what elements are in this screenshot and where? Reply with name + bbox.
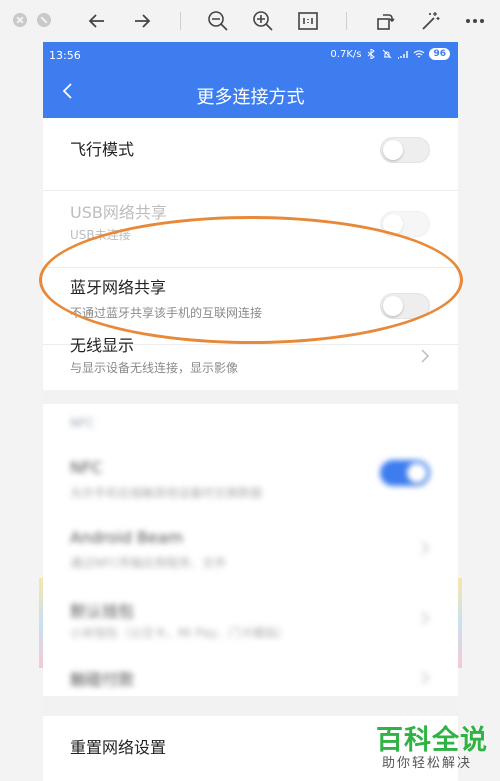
nfc-section-label: NFC [70,416,95,430]
arrow-right-icon[interactable] [131,10,153,32]
magic-wand-icon[interactable] [419,10,441,32]
chevron-right-icon [421,349,430,363]
airplane-mode-toggle[interactable] [380,137,430,163]
reset-network-label: 重置网络设置 [70,738,167,757]
minimize-window-button[interactable] [37,13,51,27]
nfc-label: NFC [70,458,103,477]
rotate-icon[interactable] [374,10,396,32]
more-options-icon[interactable] [464,10,486,32]
highlight-ellipse [39,216,463,344]
usb-tethering-label: USB网络共享 [70,203,167,222]
chevron-right-icon [421,541,430,555]
zoom-out-icon[interactable] [207,10,229,32]
android-beam-subtitle: 通过NFC传输应用程序、文件 [70,556,227,570]
toolbar-divider [180,12,181,30]
network-speed: 0.7K/s [330,48,362,60]
signal-icon [398,51,409,59]
section-gap [43,696,458,716]
close-window-button[interactable] [13,13,27,27]
image-viewer-toolbar [0,0,500,42]
toolbar-divider [346,12,347,30]
section-gap [43,390,458,404]
wireless-display-label: 无线显示 [70,336,135,355]
chevron-right-icon [421,671,430,685]
nfc-section: NFC NFC 允许手机在接触其他设备时交换数据 Android Beam 通过… [43,404,458,696]
status-time: 13:56 [49,49,81,62]
default-wallet-label: 默认钱包 [70,602,135,621]
bluetooth-icon [368,49,376,59]
default-wallet-subtitle: 小米钱包（公交卡、Mi Pay、门卡模拟） [70,626,289,640]
decorative-strip [458,578,462,668]
chevron-right-icon [421,611,430,625]
status-bar-icons: 0.7K/s 96 [330,48,450,60]
nfc-subtitle: 允许手机在接触其他设备时交换数据 [70,486,263,500]
battery-indicator: 96 [429,48,450,60]
nfc-toggle[interactable] [380,460,430,486]
airplane-mode-row[interactable]: 飞行模式 [43,118,458,190]
airplane-mode-label: 飞行模式 [70,140,135,159]
mute-bell-icon [383,49,392,59]
android-beam-label: Android Beam [70,528,184,547]
wifi-icon [414,50,425,58]
tap-pay-label: 触碰付款 [70,670,135,689]
watermark-subtitle: 助你轻松解决 [382,756,473,771]
arrow-left-icon[interactable] [86,10,108,32]
watermark: 百科全说 助你轻松解决 [360,716,500,781]
wireless-display-subtitle: 与显示设备无线连接，显示影像 [70,361,239,375]
phone-screen: 13:56 0.7K/s 96 更多连接方式 飞行模式 USB网络共享 USB未… [43,42,458,781]
page-title: 更多连接方式 [196,87,305,108]
app-header: 13:56 0.7K/s 96 更多连接方式 [43,42,458,118]
zoom-in-icon[interactable] [252,10,274,32]
wireless-display-row[interactable]: 无线显示 与显示设备无线连接，显示影像 [43,336,458,390]
actual-size-icon[interactable] [297,10,319,32]
